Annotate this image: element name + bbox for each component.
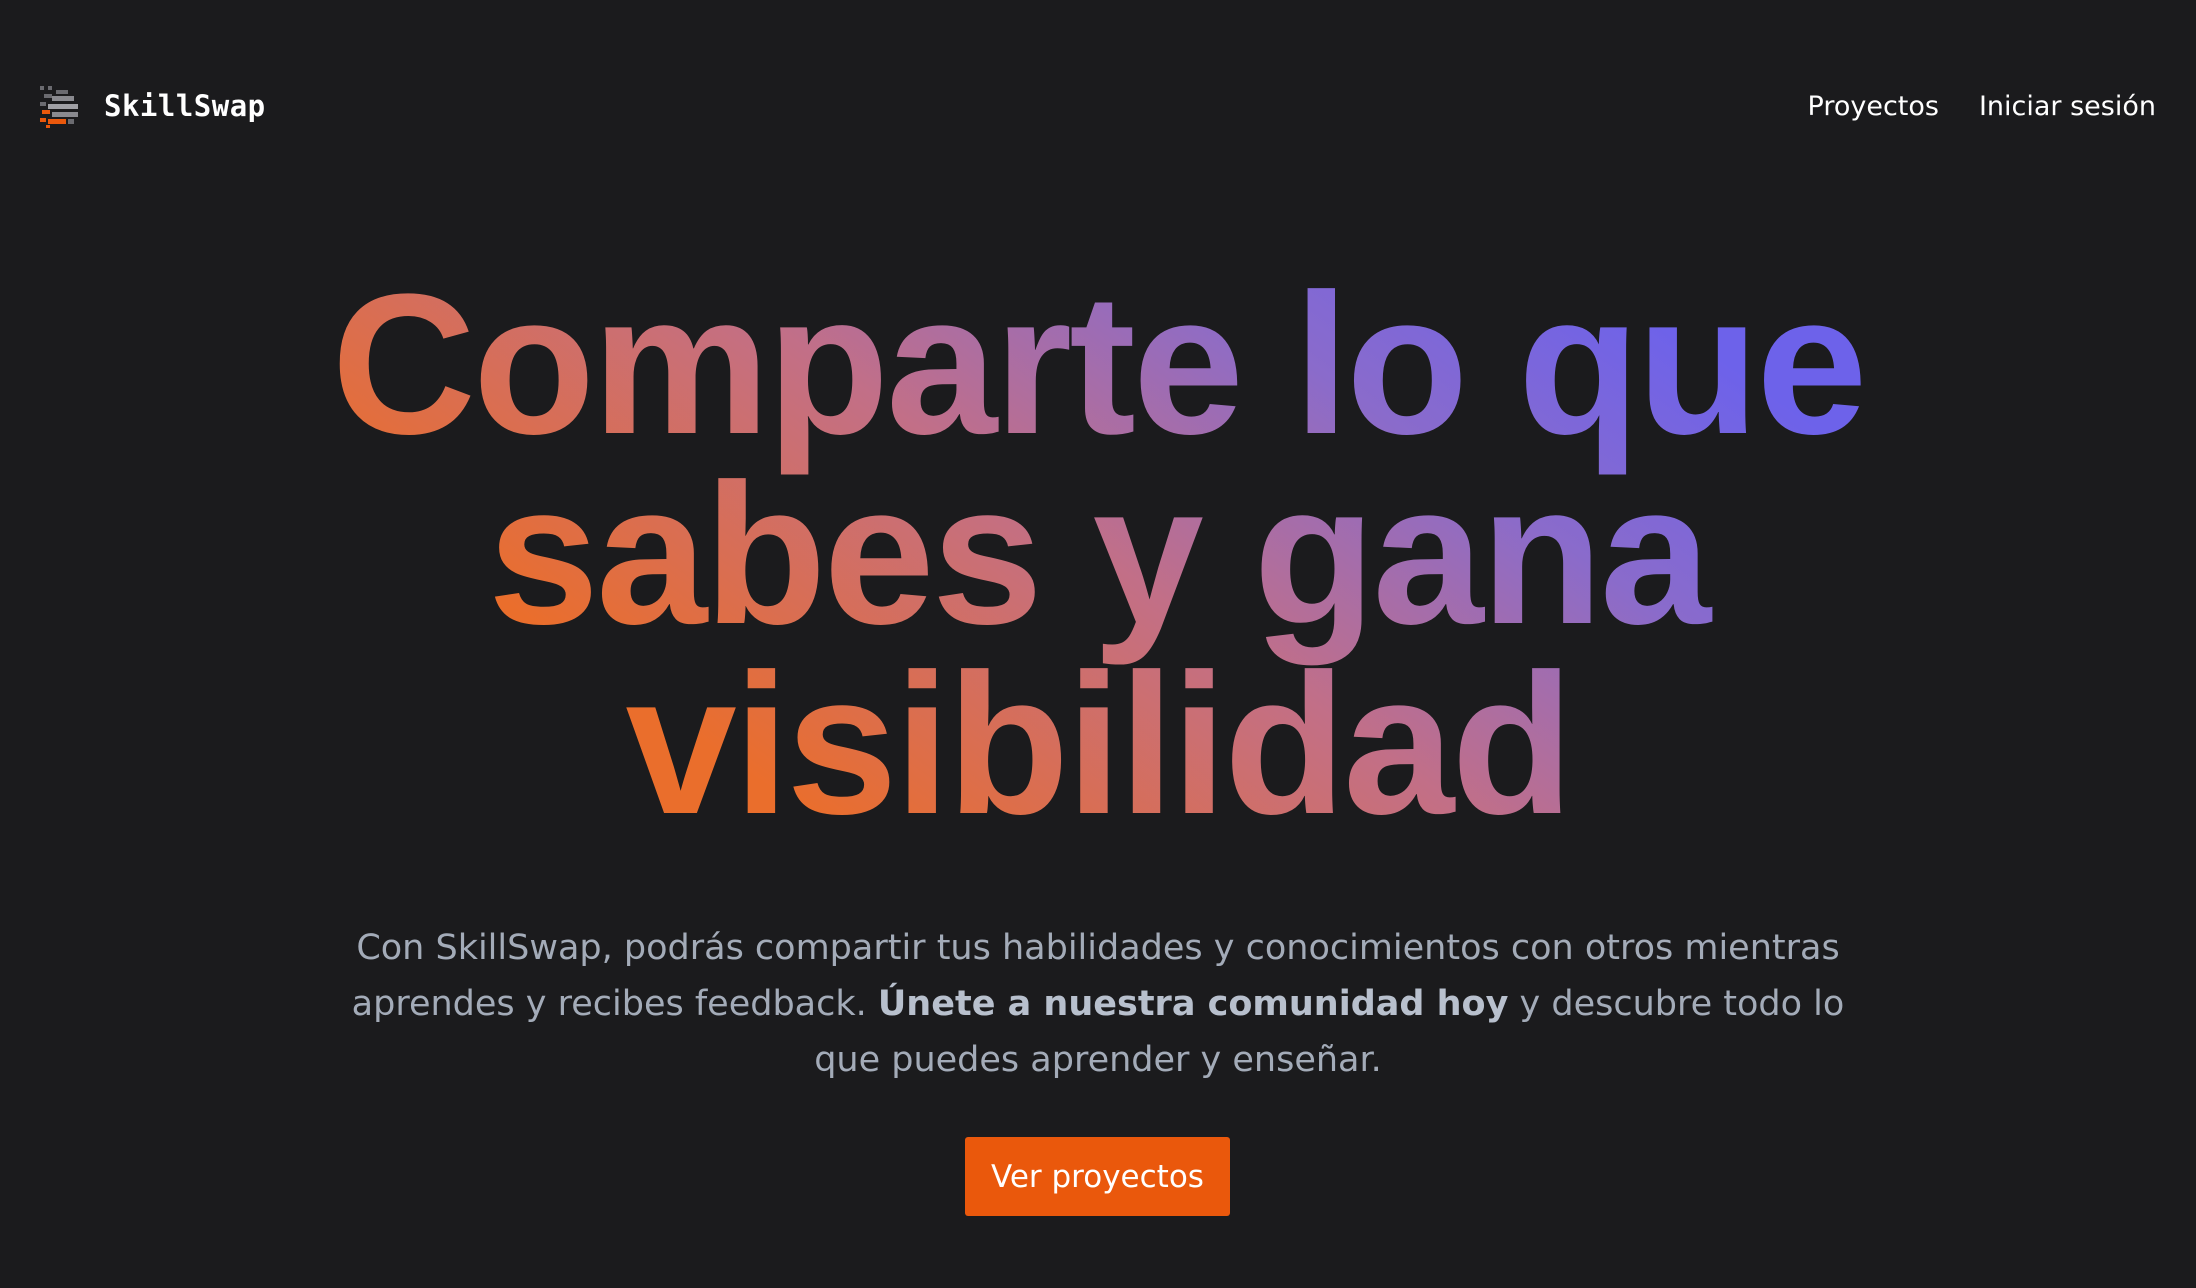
hero-title-line-3: visibilidad: [625, 633, 1571, 856]
skillswap-logo-icon: [40, 86, 78, 128]
ver-proyectos-button[interactable]: Ver proyectos: [965, 1137, 1230, 1216]
hero-title: Comparte lo que sabes y gana visibilidad: [0, 270, 2196, 840]
brand-link[interactable]: SkillSwap: [38, 82, 266, 130]
hero-subtitle: Con SkillSwap, podrás compartir tus habi…: [340, 920, 1856, 1088]
nav-links: Proyectos Iniciar sesión: [1768, 86, 2156, 126]
nav-link-proyectos[interactable]: Proyectos: [1808, 91, 1939, 122]
brand-name: SkillSwap: [104, 89, 266, 123]
navbar: SkillSwap Proyectos Iniciar sesión: [0, 0, 2196, 212]
nav-link-iniciar-sesion[interactable]: Iniciar sesión: [1979, 91, 2156, 122]
hero-subtitle-highlight: Únete a nuestra comunidad hoy: [877, 984, 1509, 1024]
